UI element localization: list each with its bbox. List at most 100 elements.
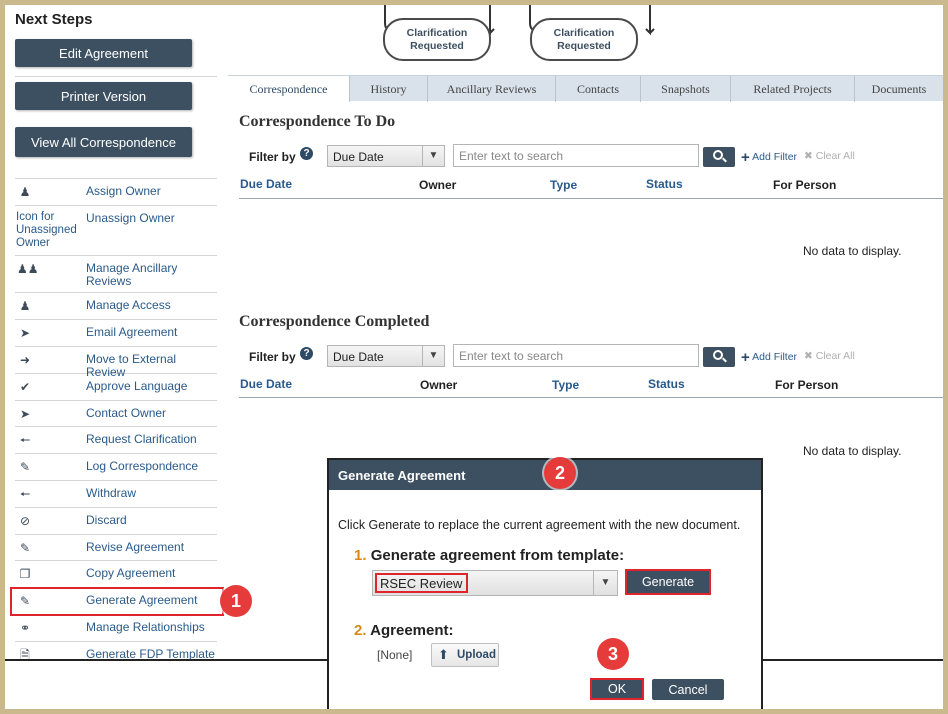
column-header-for-person: For Person (773, 178, 837, 192)
workflow-state-clarification-requested: Clarification Requested (383, 18, 491, 61)
search-button[interactable] (703, 147, 735, 167)
edit-icon: ✎ (19, 460, 31, 474)
next-steps-title: Next Steps (15, 11, 93, 28)
step-manage-relationships[interactable]: ⚭ Manage Relationships (15, 615, 217, 642)
edit-agreement-button[interactable]: Edit Agreement (15, 39, 192, 67)
step-generate-fdp-template[interactable]: 🗎 Generate FDP Template (15, 642, 217, 669)
prohibited-icon: ⊘ (19, 514, 31, 528)
filter-by-label: Filter by (249, 350, 296, 364)
tab-contacts[interactable]: Contacts (556, 76, 641, 102)
column-header-status[interactable]: Status (648, 377, 685, 391)
filter-field-select[interactable]: Due Date ▼ (327, 345, 445, 367)
link-icon: ⚭ (19, 621, 31, 635)
chevron-down-icon: ▼ (422, 146, 444, 166)
add-filter-link[interactable]: + Add Filter (741, 149, 797, 166)
column-header-type[interactable]: Type (550, 178, 577, 192)
arrow-left-icon: 🠔 (19, 433, 31, 447)
step-contact-owner[interactable]: ➤ Contact Owner (15, 401, 217, 427)
step-label[interactable]: Manage Relationships (86, 621, 205, 634)
edit-icon: ✎ (19, 541, 31, 555)
search-button[interactable] (703, 347, 735, 367)
step-withdraw[interactable]: 🠔 Withdraw (15, 481, 217, 508)
callout-marker: 1 (220, 585, 252, 617)
step-log-correspondence[interactable]: ✎ Log Correspondence (15, 454, 217, 481)
step-assign-owner[interactable]: ♟ Assign Owner (15, 179, 217, 206)
cancel-button[interactable]: Cancel (652, 679, 724, 700)
column-header-due-date[interactable]: Due Date (240, 377, 292, 391)
ok-button[interactable]: OK (590, 678, 644, 700)
clear-all-link[interactable]: ✖ Clear All (804, 150, 855, 162)
generate-agreement-dialog: Generate Agreement Click Generate to rep… (327, 458, 763, 709)
column-header-owner: Owner (420, 378, 458, 392)
step-copy-agreement[interactable]: ❐ Copy Agreement (15, 561, 217, 588)
filter-field-select[interactable]: Due Date ▼ (327, 145, 445, 167)
column-header-type[interactable]: Type (552, 378, 579, 392)
step-label[interactable]: Revise Agreement (86, 541, 184, 554)
workflow-state-clarification-requested: Clarification Requested (530, 18, 638, 61)
paper-plane-icon: ➤ (19, 407, 31, 421)
plus-icon: + (741, 149, 750, 166)
view-all-correspondence-button[interactable]: View All Correspondence (15, 127, 192, 157)
search-input[interactable]: Enter text to search (453, 344, 699, 367)
table-header-divider (239, 397, 943, 398)
column-header-due-date[interactable]: Due Date (240, 177, 292, 191)
step-unassign-owner[interactable]: Icon for Unassigned Owner Unassign Owner (15, 206, 217, 256)
tab-history[interactable]: History (350, 76, 428, 102)
step-heading-text: Generate agreement from template: (370, 547, 625, 564)
unassigned-owner-icon: Icon for Unassigned Owner (16, 211, 77, 249)
add-filter-label: Add Filter (752, 351, 798, 363)
callout-marker: 3 (597, 638, 629, 670)
tab-ancillary-reviews[interactable]: Ancillary Reviews (428, 76, 556, 102)
column-header-status[interactable]: Status (646, 177, 683, 191)
filter-by-label: Filter by (249, 150, 296, 164)
filter-field-value: Due Date (333, 150, 384, 164)
tab-correspondence[interactable]: Correspondence (228, 76, 350, 102)
step-label[interactable]: Withdraw (86, 487, 136, 500)
step-request-clarification[interactable]: 🠔 Request Clarification (15, 427, 217, 454)
template-select[interactable]: RSEC Review ▼ (372, 570, 618, 596)
step-label[interactable]: Request Clarification (86, 433, 197, 446)
step-move-to-external-review[interactable]: ➜ Move to External Review (15, 347, 217, 379)
help-icon[interactable]: ? (300, 347, 313, 360)
tab-documents[interactable]: Documents (855, 76, 943, 102)
step-heading-text: Agreement: (370, 622, 454, 639)
upload-icon: ⬆ (438, 647, 449, 662)
step-label[interactable]: Log Correspondence (86, 460, 198, 473)
tab-snapshots[interactable]: Snapshots (641, 76, 731, 102)
clear-all-link[interactable]: ✖ Clear All (804, 350, 855, 362)
upload-button[interactable]: ⬆ Upload (431, 643, 499, 667)
step-revise-agreement[interactable]: ✎ Revise Agreement (15, 535, 217, 561)
arrow-right-icon: ➜ (19, 353, 31, 367)
step-label[interactable]: Contact Owner (86, 407, 166, 420)
add-filter-link[interactable]: + Add Filter (741, 349, 797, 366)
tab-related-projects[interactable]: Related Projects (731, 76, 855, 102)
step-number: 2. (354, 622, 367, 639)
step-manage-ancillary-reviews[interactable]: ♟♟ Manage Ancillary Reviews (15, 256, 217, 293)
step-label[interactable]: Unassign Owner (86, 212, 175, 225)
step-label[interactable]: Discard (86, 514, 127, 527)
step-label[interactable]: Email Agreement (86, 326, 177, 339)
help-icon[interactable]: ? (300, 147, 313, 160)
step-email-agreement[interactable]: ➤ Email Agreement (15, 320, 217, 347)
dialog-description: Click Generate to replace the current ag… (338, 518, 741, 532)
add-filter-label: Add Filter (752, 151, 798, 163)
agreement-value: [None] (377, 648, 413, 662)
template-step-heading: 1. Generate agreement from template: (354, 547, 624, 564)
step-manage-access[interactable]: ♟ Manage Access (15, 293, 217, 320)
search-input[interactable]: Enter text to search (453, 144, 699, 167)
step-label[interactable]: Manage Access (86, 299, 171, 312)
step-label[interactable]: Approve Language (86, 380, 187, 393)
step-approve-language[interactable]: ✔ Approve Language (15, 374, 217, 401)
section-title-completed: Correspondence Completed (239, 313, 430, 330)
column-header-owner: Owner (419, 178, 457, 192)
step-discard[interactable]: ⊘ Discard (15, 508, 217, 535)
step-label[interactable]: Assign Owner (86, 185, 161, 198)
divider (15, 76, 217, 77)
assign-owner-icon: ♟ (19, 185, 31, 199)
table-header-divider (239, 198, 943, 199)
step-label[interactable]: Copy Agreement (86, 567, 175, 580)
printer-version-button[interactable]: Printer Version (15, 82, 192, 110)
step-label[interactable]: Manage Ancillary Reviews (86, 262, 196, 288)
generate-button[interactable]: Generate (625, 569, 711, 595)
empty-table-message: No data to display. (803, 244, 902, 258)
